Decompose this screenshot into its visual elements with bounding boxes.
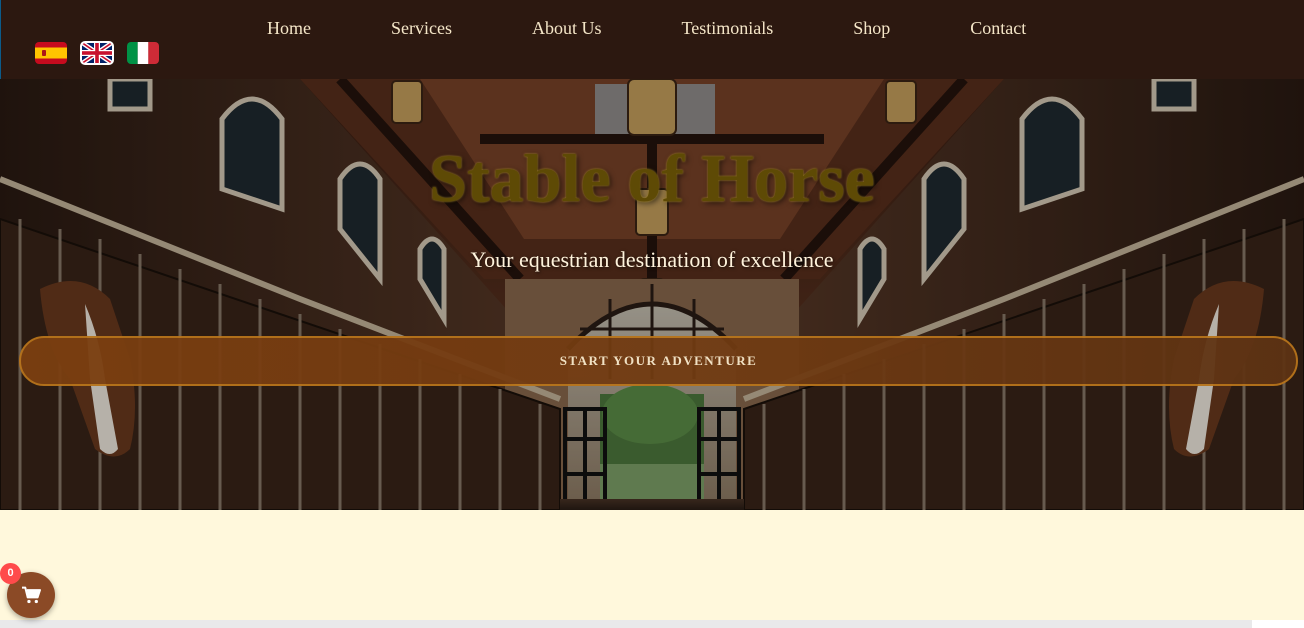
nav-contact[interactable]: Contact [970, 16, 1026, 41]
spain-flag-icon[interactable] [35, 42, 67, 64]
nav-shop[interactable]: Shop [853, 16, 890, 41]
italy-flag-graphic [127, 42, 159, 64]
shopping-cart-icon [21, 586, 41, 604]
uk-flag-icon[interactable] [80, 41, 114, 65]
uk-flag-graphic [81, 42, 113, 64]
horizontal-scrollbar[interactable] [0, 620, 1252, 628]
hero-section: Stable of Horse Your equestrian destinat… [0, 79, 1304, 510]
language-switcher [35, 41, 159, 65]
cart-count-badge: 0 [0, 563, 21, 584]
nav-services[interactable]: Services [391, 16, 452, 41]
nav-testimonials[interactable]: Testimonials [682, 16, 774, 41]
start-adventure-button[interactable]: START YOUR ADVENTURE [19, 336, 1298, 386]
spain-flag-graphic [35, 42, 67, 64]
scrollbar-corner [1252, 620, 1304, 628]
nav-about-us[interactable]: About Us [532, 16, 602, 41]
hero-subtitle: Your equestrian destination of excellenc… [470, 247, 834, 272]
page: Home Services About Us Testimonials Shop… [0, 0, 1304, 628]
site-header: Home Services About Us Testimonials Shop… [0, 0, 1304, 79]
nav-home[interactable]: Home [267, 16, 311, 41]
main-nav: Home Services About Us Testimonials Shop… [237, 16, 1026, 41]
hero-title: Stable of Horse [429, 140, 875, 216]
italy-flag-icon[interactable] [127, 42, 159, 64]
